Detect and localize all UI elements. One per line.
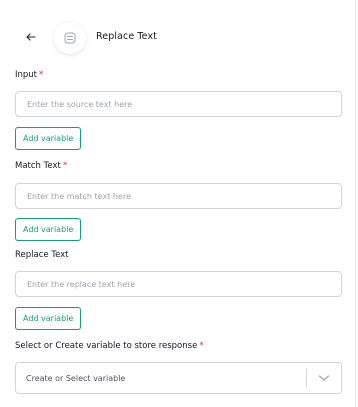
replace-text-panel: Replace Text Input* Add variable Match T… (0, 0, 356, 407)
input-label: Input * (15, 70, 43, 80)
input-field[interactable] (15, 91, 342, 117)
input-text-field[interactable] (16, 92, 341, 117)
replace-text-add-variable-button[interactable]: Add variable (15, 307, 82, 330)
match-text-label: Match Text * (15, 161, 67, 171)
panel-header: Replace Text (0, 0, 356, 62)
replace-text-label-text: Replace Text (15, 250, 69, 260)
replace-text-input[interactable] (16, 272, 341, 297)
replace-text-node-icon (54, 22, 86, 54)
match-text-add-variable-button[interactable]: Add variable (15, 218, 82, 241)
required-marker: * (62, 161, 68, 171)
page-title: Replace Text (96, 31, 158, 42)
replace-text-field[interactable] (15, 271, 342, 297)
match-text-field[interactable] (15, 183, 342, 209)
response-variable-label: Select or Create variable to store respo… (15, 341, 204, 351)
response-variable-label-text: Select or Create variable to store respo… (15, 341, 198, 351)
replace-text-label: Replace Text (15, 250, 69, 260)
input-label-text: Input (15, 70, 38, 80)
response-variable-placeholder: Create or Select variable (26, 373, 126, 383)
back-arrow-icon[interactable] (24, 30, 38, 44)
chevron-down-icon[interactable] (307, 363, 341, 393)
required-marker: * (199, 341, 204, 351)
match-text-input[interactable] (16, 184, 341, 209)
match-text-label-text: Match Text (15, 161, 61, 171)
response-variable-select[interactable]: Create or Select variable (15, 362, 342, 394)
required-marker: * (39, 70, 44, 80)
input-add-variable-button[interactable]: Add variable (15, 127, 82, 150)
